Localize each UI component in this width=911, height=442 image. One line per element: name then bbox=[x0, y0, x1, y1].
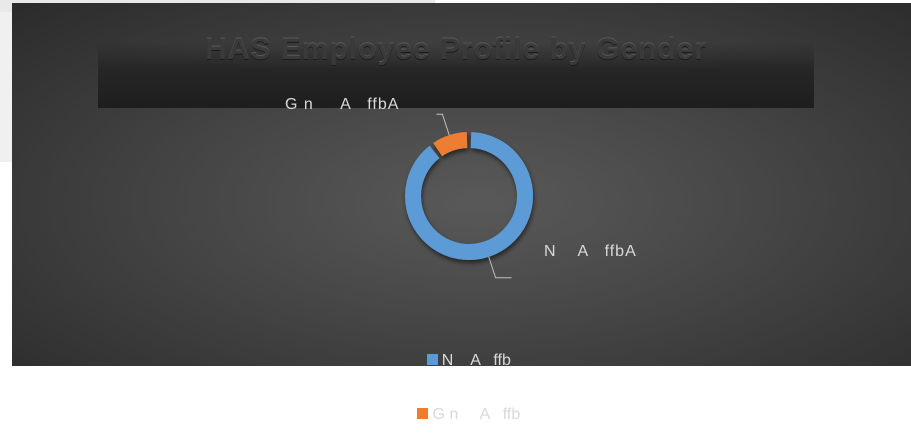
data-label-male: N A ffbA bbox=[544, 243, 637, 260]
legend-item-male: N A ffb bbox=[409, 334, 511, 388]
legend-label-female: G n A ffb bbox=[432, 406, 521, 423]
legend-swatch-male bbox=[426, 354, 438, 366]
legend: N A ffb G n A ffb bbox=[0, 316, 911, 442]
legend-swatch-female bbox=[417, 408, 429, 420]
legend-item-female: G n A ffb bbox=[400, 388, 521, 442]
donut-slice-female bbox=[433, 132, 468, 157]
data-label-female: G n A ffbA bbox=[285, 96, 400, 113]
leader-line-female bbox=[436, 113, 450, 136]
legend-label-male: N A ffb bbox=[441, 352, 511, 369]
leader-line-male bbox=[488, 256, 512, 279]
donut-chart bbox=[405, 113, 533, 279]
donut-slice-male bbox=[405, 132, 533, 260]
